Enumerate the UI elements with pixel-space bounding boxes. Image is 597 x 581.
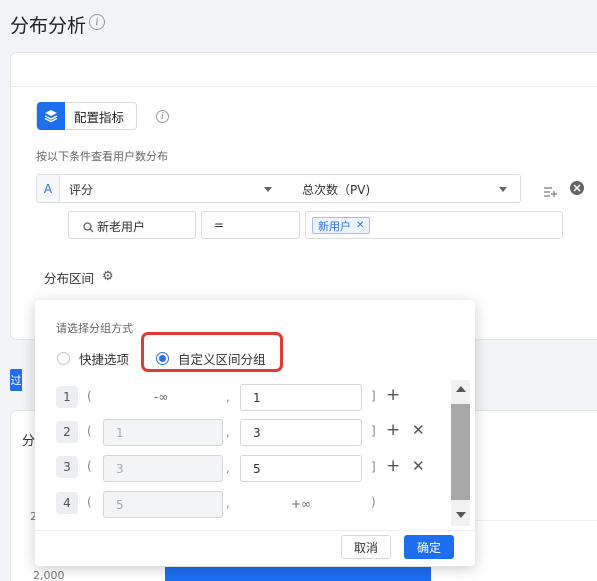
range-to-input[interactable]: 5	[240, 455, 362, 482]
range-index: 4	[56, 492, 78, 514]
measure-select[interactable]: 总次数（PV)	[302, 181, 370, 198]
scroll-down-icon[interactable]	[456, 512, 466, 518]
add-row-icon[interactable]: +	[386, 422, 400, 439]
config-metrics-label: 配置指标	[74, 109, 125, 125]
range-from-input: 5	[103, 491, 223, 518]
grouping-caption: 请选择分组方式	[56, 322, 133, 335]
scroll-up-icon[interactable]	[456, 386, 466, 392]
metric-letter-badge: A	[37, 175, 60, 202]
range-index: 1	[56, 386, 78, 408]
range-index: 3	[56, 456, 78, 478]
range-from-value: -∞	[154, 390, 169, 404]
add-row-icon[interactable]: +	[386, 458, 400, 475]
open-paren: (	[87, 495, 92, 509]
axis-label-bottom: 2,000	[33, 569, 65, 581]
layers-icon	[37, 102, 65, 130]
range-index: 2	[56, 421, 78, 443]
filter-value-input[interactable]: 新用户 ✕	[305, 211, 563, 239]
comma: ,	[226, 390, 230, 404]
close-paren: )	[371, 495, 376, 509]
metric-row: A 评分 总次数（PV)	[36, 174, 521, 203]
distribution-range-label: 分布区间	[44, 271, 95, 286]
config-info-icon[interactable]: i	[156, 110, 169, 123]
comma: ,	[226, 496, 230, 510]
page-title: 分布分析	[10, 15, 87, 37]
filter-property-label: 新老用户	[97, 220, 146, 234]
remove-row-icon[interactable]: ✕	[412, 423, 425, 438]
open-paren: (	[87, 459, 92, 473]
scrollbar-thumb[interactable]	[451, 404, 470, 500]
filter-property-select[interactable]: 新老用户	[68, 211, 196, 239]
condition-caption: 按以下条件查看用户数分布	[36, 150, 168, 163]
background-tab[interactable]: 过	[10, 369, 22, 391]
remove-metric-icon[interactable]	[570, 181, 584, 195]
info-icon[interactable]: i	[89, 14, 105, 30]
settings-gear-icon[interactable]: ⚙	[102, 269, 114, 284]
add-filter-icon[interactable]	[544, 183, 558, 202]
cancel-button[interactable]: 取消	[341, 535, 391, 559]
option-quick[interactable]: 快捷选项	[57, 349, 129, 368]
config-card: 配置指标 i 按以下条件查看用户数分布 A 评分 总次数（PV) 新老用户 = …	[10, 52, 597, 340]
card-header-bar	[11, 53, 597, 87]
filter-operator-label: =	[214, 218, 225, 232]
range-to-value: +∞	[291, 497, 312, 511]
add-row-icon[interactable]: +	[386, 387, 400, 404]
range-to-input[interactable]: 1	[240, 384, 362, 411]
range-from-input: 1	[103, 419, 223, 446]
range-from-input: 3	[103, 455, 223, 482]
filter-operator-select[interactable]: =	[201, 211, 300, 239]
close-bracket: ]	[371, 389, 376, 403]
search-icon	[83, 218, 94, 237]
remove-row-icon[interactable]: ✕	[412, 459, 425, 474]
filter-value-tag-label: 新用户	[318, 219, 351, 233]
comma: ,	[226, 461, 230, 475]
config-metrics-button[interactable]: 配置指标	[36, 102, 138, 130]
filter-value-tag: 新用户 ✕	[312, 217, 371, 234]
range-to-input[interactable]: 3	[240, 419, 362, 446]
close-bracket: ]	[371, 424, 376, 438]
comma: ,	[226, 425, 230, 439]
confirm-button[interactable]: 确定	[404, 535, 454, 559]
option-quick-label: 快捷选项	[79, 352, 130, 367]
radio-quick[interactable]	[57, 352, 70, 365]
chart-section-title: 分	[22, 434, 36, 449]
close-bracket: ]	[371, 460, 376, 474]
chart-bar	[165, 567, 431, 581]
event-select[interactable]: 评分	[69, 181, 93, 198]
open-paren: (	[87, 424, 92, 438]
tag-close-icon[interactable]: ✕	[356, 220, 364, 231]
highlight-box	[141, 332, 283, 372]
measure-caret-icon[interactable]	[499, 187, 507, 192]
open-paren: (	[87, 389, 92, 403]
popup-footer-divider	[35, 530, 475, 531]
grouping-popup: 请选择分组方式 快捷选项 自定义区间分组 1 ( -∞ , 1 ] + 2 ( …	[35, 300, 475, 566]
event-caret-icon[interactable]	[264, 187, 272, 192]
